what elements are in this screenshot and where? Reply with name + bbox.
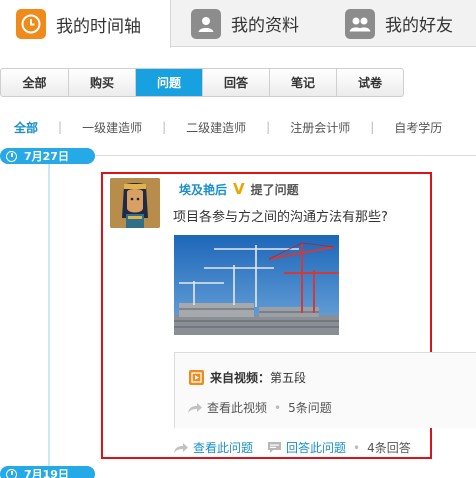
filter-all[interactable]: 全部 [1, 69, 68, 96]
top-tab-bar: 我的时间轴 我的资料 我的好友 [0, 0, 476, 48]
clock-icon [6, 468, 17, 478]
filter-notes[interactable]: 笔记 [269, 69, 336, 96]
tab-my-profile-label: 我的资料 [231, 16, 299, 36]
separator: | [266, 120, 271, 134]
clock-icon [16, 9, 46, 39]
date-badge: 7月19日 [0, 466, 95, 478]
timeline-question-card: 埃及艳后 V 提了问题 项目各参与方之间的沟通方法有那些? 来自视频： 第五段 … [101, 172, 476, 459]
author-line: 埃及艳后 V 提了问题 [179, 180, 299, 198]
tab-my-timeline-label: 我的时间轴 [56, 16, 141, 37]
video-source-value[interactable]: 第五段 [270, 369, 306, 386]
category-filter-bar: 全部 购买 问题 回答 笔记 试卷 [0, 68, 404, 97]
subject-cpa[interactable]: 注册会计师 [290, 119, 350, 136]
dot-separator: • [353, 440, 361, 455]
answer-count[interactable]: 4条回答 [367, 439, 411, 456]
tab-my-profile[interactable]: 我的资料 [171, 0, 337, 47]
separator: | [162, 120, 167, 134]
tab-my-friends[interactable]: 我的好友 [337, 0, 476, 47]
subject-second-class-constructor[interactable]: 二级建造师 [186, 119, 246, 136]
card-actions: 查看此问题 回答此问题 • 4条回答 [173, 439, 411, 456]
subject-first-class-constructor[interactable]: 一级建造师 [82, 119, 142, 136]
tab-my-friends-label: 我的好友 [385, 16, 453, 36]
answer-question-link[interactable]: 回答此问题 [286, 439, 346, 456]
filter-purchases[interactable]: 购买 [68, 69, 135, 96]
video-source-label: 来自视频： [210, 371, 271, 385]
comment-icon [267, 441, 282, 454]
user-profile-icon [191, 8, 221, 39]
view-video-link[interactable]: 查看此视频 [207, 399, 267, 416]
separator: | [370, 120, 375, 134]
video-source-box: 来自视频： 第五段 查看此视频 • 5条问题 [174, 352, 476, 428]
activity-action: 提了问题 [250, 182, 299, 197]
filter-questions[interactable]: 问题 [135, 69, 202, 96]
subject-self-study-degree[interactable]: 自考学历 [394, 119, 442, 136]
date-label: 7月27日 [24, 150, 69, 163]
video-source: 来自视频： 第五段 [189, 369, 306, 386]
dot-separator: • [274, 400, 282, 415]
separator: | [58, 120, 63, 134]
avatar[interactable] [110, 178, 160, 228]
verified-v-icon: V [233, 180, 245, 198]
filter-exams[interactable]: 试卷 [336, 69, 403, 96]
video-actions: 查看此视频 • 5条问题 [187, 399, 332, 416]
author-name[interactable]: 埃及艳后 [179, 181, 227, 198]
filter-answers[interactable]: 回答 [202, 69, 269, 96]
question-text[interactable]: 项目各参与方之间的沟通方法有那些? [173, 206, 388, 225]
video-icon [189, 370, 204, 385]
video-question-count[interactable]: 5条问题 [288, 399, 332, 416]
date-badge: 7月27日 [0, 148, 95, 164]
share-arrow-icon [173, 442, 189, 454]
share-arrow-icon [187, 402, 203, 414]
subject-all[interactable]: 全部 [14, 119, 38, 136]
date-label: 7月19日 [24, 468, 69, 478]
clock-icon [6, 150, 17, 162]
subject-filter-bar: 全部 | 一级建造师 | 二级建造师 | 注册会计师 | 自考学历 [14, 118, 442, 136]
view-question-link[interactable]: 查看此问题 [193, 439, 253, 456]
question-image[interactable] [174, 235, 339, 335]
friends-icon [345, 8, 375, 39]
timeline-line [48, 160, 50, 478]
tab-my-timeline[interactable]: 我的时间轴 [0, 0, 171, 48]
